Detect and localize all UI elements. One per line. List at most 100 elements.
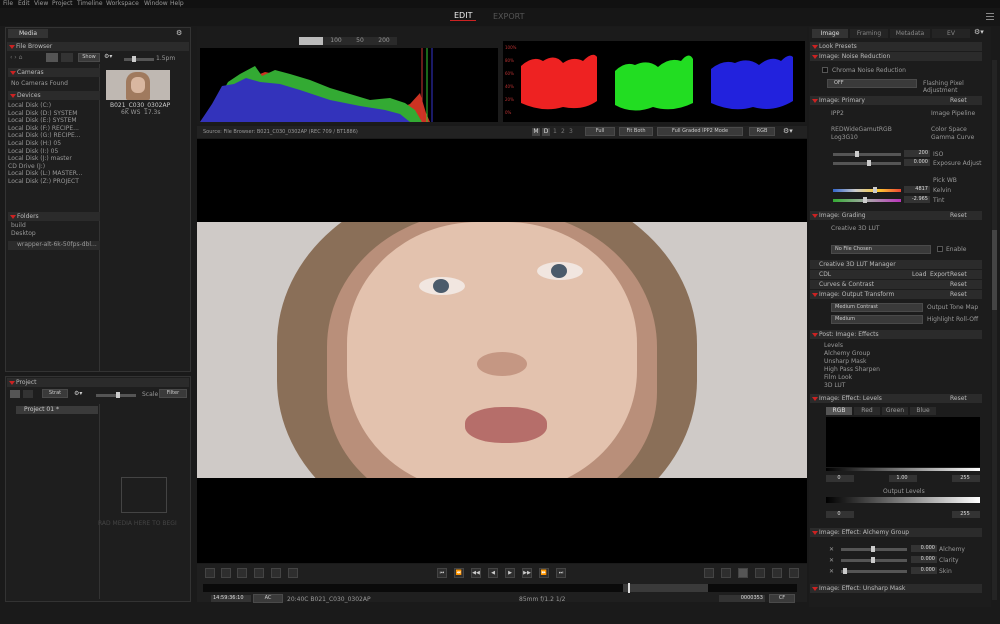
alchemy-slider[interactable]	[841, 546, 907, 552]
look-presets-header[interactable]: Look Presets	[810, 42, 982, 51]
device-item[interactable]: CD Drive (J:)	[8, 163, 100, 171]
scale-slider[interactable]	[96, 392, 136, 398]
mode-m-button[interactable]: M	[532, 128, 540, 136]
tab-edit[interactable]: EDIT	[450, 11, 477, 21]
close-icon[interactable]: ✕	[829, 557, 834, 564]
device-item[interactable]: Local Disk (E:) SYSTEM	[8, 117, 100, 125]
go-start-icon[interactable]: ⏮	[437, 568, 447, 578]
viewer[interactable]	[197, 139, 807, 563]
menu-file[interactable]: File	[3, 0, 13, 7]
clip-thumbnail[interactable]	[106, 70, 170, 100]
device-item[interactable]: Local Disk (J:) master	[8, 155, 100, 163]
rewind-icon[interactable]: ◀◀	[471, 568, 481, 578]
alchemy-header[interactable]: Image: Effect: Alchemy Group	[810, 528, 982, 537]
device-item[interactable]: Local Disk (I:) 05	[8, 148, 100, 156]
device-item[interactable]: Local Disk (G:) RECIPE...	[8, 132, 100, 140]
effect-item[interactable]: Levels	[824, 342, 924, 350]
skin-value[interactable]: 0.000	[911, 567, 937, 574]
tab-ev[interactable]: EV	[932, 29, 970, 38]
gamma-value[interactable]: Log3G10	[831, 134, 858, 141]
reset-button[interactable]: Reset	[950, 211, 967, 220]
camera-icon[interactable]	[205, 568, 215, 578]
menu-workspace[interactable]: Workspace	[106, 0, 139, 7]
clarity-slider[interactable]	[841, 557, 907, 563]
levels-tab-red[interactable]: Red	[854, 407, 880, 415]
effect-item[interactable]: High Pass Sharpen	[824, 366, 924, 374]
alchemy-value[interactable]: 0.000	[911, 545, 937, 552]
menu-timeline[interactable]: Timeline	[77, 0, 103, 7]
scope-tab[interactable]	[299, 37, 323, 45]
cdl-header[interactable]: CDL Load Export Reset	[810, 270, 982, 279]
timeline-scrubber[interactable]	[203, 583, 797, 593]
list-view-icon[interactable]	[23, 390, 33, 398]
device-item[interactable]: Local Disk (F:) RECIPE...	[8, 125, 100, 133]
nav-arrows[interactable]: ‹ › ⌂	[10, 54, 22, 61]
tint-slider[interactable]	[833, 197, 901, 203]
lut-manager-header[interactable]: Creative 3D LUT Manager	[810, 260, 982, 269]
hamburger-icon[interactable]	[986, 13, 994, 14]
chroma-checkbox[interactable]	[822, 67, 828, 73]
project-item[interactable]: Project 01 *	[16, 406, 98, 414]
pick-wb-button[interactable]: Pick WB	[933, 177, 957, 184]
menu-window[interactable]: Window	[144, 0, 168, 7]
monitor-icon[interactable]	[704, 568, 714, 578]
load-button[interactable]: Load	[912, 270, 926, 279]
zoom-dropdown[interactable]: Full	[585, 127, 615, 136]
viewer-settings-icon[interactable]: ⚙▾	[783, 127, 793, 135]
mode-2-button[interactable]: 2	[561, 128, 565, 135]
devices-header[interactable]: Devices	[8, 91, 100, 100]
levels-tab-blue[interactable]: Blue	[910, 407, 936, 415]
effect-item[interactable]: 3D LUT	[824, 382, 924, 390]
input-white[interactable]: 255	[952, 475, 980, 482]
list-view-icon[interactable]	[61, 53, 73, 62]
menu-project[interactable]: Project	[52, 0, 73, 7]
effect-item[interactable]: Unsharp Mask	[824, 358, 924, 366]
file-browser-header[interactable]: File Browser	[7, 42, 189, 51]
go-end-icon[interactable]: ⏭	[556, 568, 566, 578]
view-split-icon[interactable]	[755, 568, 765, 578]
output-levels-ramp[interactable]	[826, 497, 980, 503]
grid-view-icon[interactable]	[46, 53, 58, 62]
mode-3-button[interactable]: 3	[569, 128, 573, 135]
reset-button[interactable]: Reset	[950, 96, 967, 105]
step-back-icon[interactable]: ◀	[488, 568, 498, 578]
enable-checkbox[interactable]	[937, 246, 943, 252]
reset-button[interactable]: Reset	[950, 394, 967, 403]
tone-map-dropdown[interactable]: Medium Contrast	[831, 303, 923, 312]
project-header[interactable]: Project	[7, 378, 189, 387]
prev-clip-icon[interactable]: ⏪	[454, 568, 464, 578]
step-forward-icon[interactable]: ▶▶	[522, 568, 532, 578]
post-effects-header[interactable]: Post: Image: Effects	[810, 330, 982, 339]
reset-button[interactable]: Reset	[950, 270, 967, 279]
kelvin-value[interactable]: 4817	[904, 186, 930, 193]
iso-value[interactable]: 200	[904, 150, 930, 157]
input-black[interactable]: 0	[826, 475, 854, 482]
tab-image[interactable]: Image	[812, 29, 848, 38]
device-item[interactable]: Local Disk (C:)	[8, 102, 100, 110]
tint-value[interactable]: -2.965	[904, 196, 930, 203]
settings-icon[interactable]: ⚙▾	[104, 53, 112, 60]
color-space-value[interactable]: REDWideGamutRGB	[831, 126, 892, 133]
device-item[interactable]: Local Disk (L:) MASTER...	[8, 170, 100, 178]
mode-1-button[interactable]: 1	[553, 128, 557, 135]
levels-header[interactable]: Image: Effect: Levels Reset	[810, 394, 982, 403]
effect-item[interactable]: Film Look	[824, 374, 924, 382]
fit-dropdown[interactable]: Fit Both	[619, 127, 653, 136]
folders-header[interactable]: Folders	[8, 212, 100, 221]
effect-item[interactable]: Alchemy Group	[824, 350, 924, 358]
show-dropdown[interactable]: Show	[78, 53, 100, 62]
output-black[interactable]: 0	[826, 511, 854, 518]
filter-dropdown[interactable]: Filter	[159, 389, 187, 398]
menu-view[interactable]: View	[34, 0, 48, 7]
settings-icon[interactable]: ⚙▾	[74, 390, 82, 397]
input-levels-ramp[interactable]	[826, 468, 980, 471]
grading-header[interactable]: Image: Grading Reset	[810, 211, 982, 220]
view-single-icon[interactable]	[738, 568, 748, 578]
play-icon[interactable]: ▶	[505, 568, 515, 578]
gear-icon[interactable]: ⚙	[176, 29, 182, 37]
sort-dropdown[interactable]: Strat	[42, 389, 68, 398]
close-icon[interactable]: ✕	[829, 546, 834, 553]
ipp2-mode-dropdown[interactable]: Full Graded IPP2 Mode	[657, 127, 743, 136]
grid-view-icon[interactable]	[10, 390, 20, 398]
folder-item[interactable]: build	[11, 222, 26, 229]
